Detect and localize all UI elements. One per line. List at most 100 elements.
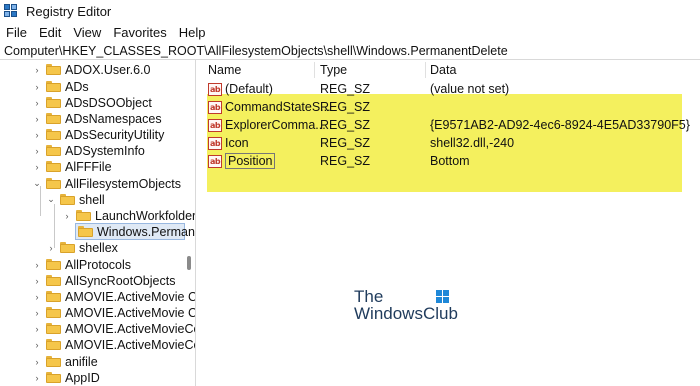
tree-item-label: ADs (65, 79, 89, 94)
folder-icon (46, 356, 61, 367)
value-row[interactable]: ab CommandStateS... REG_SZ (202, 98, 700, 116)
menu-help[interactable]: Help (173, 25, 212, 40)
chevron-right-icon[interactable]: › (32, 353, 42, 370)
tree-item-label: AllFilesystemObjects (65, 176, 181, 191)
string-value-icon: ab (208, 136, 222, 150)
tree-item[interactable]: › ADsDSOObject (32, 94, 152, 111)
tree-item[interactable]: › anifile (32, 353, 98, 370)
tree-item[interactable]: › ADsSecurityUtility (32, 126, 165, 143)
chevron-right-icon[interactable]: › (32, 61, 42, 78)
values-list[interactable]: Name Type Data ab (Default) REG_SZ (valu… (202, 60, 700, 386)
folder-icon (46, 81, 61, 92)
tree-item-label: ADsNamespaces (65, 111, 162, 126)
folder-icon (46, 145, 61, 156)
value-type: REG_SZ (320, 136, 371, 150)
address-bar[interactable]: Computer\HKEY_CLASSES_ROOT\AllFilesystem… (0, 42, 700, 60)
chevron-right-icon[interactable]: › (32, 110, 42, 127)
value-row[interactable]: ab Icon REG_SZ shell32.dll,-240 (202, 134, 700, 152)
chevron-right-icon[interactable]: › (32, 94, 42, 111)
value-type: REG_SZ (320, 118, 371, 132)
folder-icon (46, 64, 61, 75)
tree-item-label: AllProtocols (65, 257, 131, 272)
tree-item[interactable]: › ADsNamespaces (32, 110, 162, 127)
value-name: ExplorerComma... (225, 118, 326, 132)
string-value-icon: ab (208, 82, 222, 96)
chevron-right-icon[interactable]: › (32, 78, 42, 95)
tree-item[interactable]: › AllSyncRootObjects (32, 272, 176, 289)
column-divider[interactable] (314, 62, 315, 78)
tree-scrollbar-thumb[interactable] (187, 256, 191, 270)
chevron-right-icon[interactable]: › (32, 336, 42, 353)
tree-item[interactable]: ⌄ shell (46, 191, 105, 208)
tree-item-label: LaunchWorkfolder (95, 208, 196, 223)
chevron-right-icon[interactable]: › (32, 126, 42, 143)
tree-item[interactable]: › LaunchWorkfolder (62, 207, 196, 224)
value-row[interactable]: ab ExplorerComma... REG_SZ {E9571AB2-AD9… (202, 116, 700, 134)
tree-item[interactable]: › AppID (32, 369, 100, 386)
value-data: {E9571AB2-AD92-4ec6-8924-4E5AD33790F5} (430, 118, 690, 132)
menu-file[interactable]: File (0, 25, 33, 40)
menu-edit[interactable]: Edit (33, 25, 67, 40)
window-title: Registry Editor (26, 3, 112, 19)
chevron-right-icon[interactable]: › (32, 142, 42, 159)
folder-icon (46, 307, 61, 318)
tree-item[interactable]: › AMOVIE.ActiveMovie Co (32, 304, 196, 321)
tree-item-label: ADsSecurityUtility (65, 127, 165, 142)
tree-item[interactable]: › AllProtocols (32, 256, 132, 273)
value-row[interactable]: ab (Default) REG_SZ (value not set) (202, 80, 700, 98)
tree-item[interactable]: › shellex (46, 239, 118, 256)
tree-item-label: anifile (65, 354, 98, 369)
registry-editor-icon (4, 4, 18, 18)
folder-icon (46, 97, 61, 108)
tree-item[interactable]: › ADs (32, 78, 89, 95)
folder-icon (78, 226, 93, 237)
registry-tree[interactable]: › ADOX.User.6.0 › ADs › ADsDSOObject › A… (0, 60, 196, 386)
tree-item[interactable]: › ADOX.User.6.0 (32, 61, 151, 78)
folder-icon (46, 113, 61, 124)
chevron-right-icon[interactable]: › (32, 288, 42, 305)
string-value-icon: ab (208, 118, 222, 132)
title-bar: Registry Editor (0, 0, 700, 22)
chevron-down-icon[interactable]: ⌄ (32, 175, 42, 192)
tree-item[interactable]: › ADSystemInfo (32, 142, 145, 159)
value-name: Position (225, 153, 276, 169)
column-header-data[interactable]: Data (430, 60, 690, 80)
tree-item[interactable]: › AMOVIE.ActiveMovieCo (32, 336, 196, 353)
chevron-right-icon[interactable]: › (32, 158, 42, 175)
chevron-down-icon[interactable]: ⌄ (46, 191, 56, 208)
chevron-right-icon[interactable]: › (32, 272, 42, 289)
tree-item[interactable]: › AlFFFile (32, 158, 112, 175)
menu-view[interactable]: View (67, 25, 107, 40)
watermark: The WindowsClub (354, 287, 464, 327)
tree-item-label: AMOVIE.ActiveMovieCo (65, 321, 196, 336)
windows-logo-icon (436, 290, 450, 304)
value-data: shell32.dll,-240 (430, 136, 515, 150)
tree-item-label: AllSyncRootObjects (65, 273, 176, 288)
folder-icon (46, 291, 61, 302)
tree-item-label: shellex (79, 240, 118, 255)
column-divider[interactable] (425, 62, 426, 78)
tree-item[interactable]: › AMOVIE.ActiveMovie Co (32, 288, 196, 305)
string-value-icon: ab (208, 100, 222, 114)
chevron-right-icon[interactable]: › (32, 304, 42, 321)
value-row-selected[interactable]: ab Position REG_SZ Bottom (202, 152, 700, 170)
string-value-icon: ab (208, 154, 222, 168)
tree-item[interactable]: › AMOVIE.ActiveMovieCo (32, 320, 196, 337)
folder-icon (46, 161, 61, 172)
folder-icon (46, 259, 61, 270)
chevron-right-icon[interactable]: › (32, 256, 42, 273)
menu-favorites[interactable]: Favorites (107, 25, 172, 40)
column-header-type[interactable]: Type (320, 60, 420, 80)
chevron-right-icon[interactable]: › (32, 320, 42, 337)
tree-item-label: ADOX.User.6.0 (65, 62, 151, 77)
chevron-right-icon[interactable]: › (32, 369, 42, 386)
folder-icon (46, 323, 61, 334)
column-header-name[interactable]: Name (208, 60, 318, 80)
tree-item[interactable]: ⌄ AllFilesystemObjects (32, 175, 181, 192)
chevron-right-icon[interactable]: › (46, 239, 56, 256)
tree-item-selected[interactable]: Windows.Permane (75, 223, 195, 240)
value-type: REG_SZ (320, 82, 371, 96)
tree-item-label: ADsDSOObject (65, 95, 152, 110)
tree-item-label: AMOVIE.ActiveMovieCo (65, 337, 196, 352)
chevron-right-icon[interactable]: › (62, 207, 72, 224)
